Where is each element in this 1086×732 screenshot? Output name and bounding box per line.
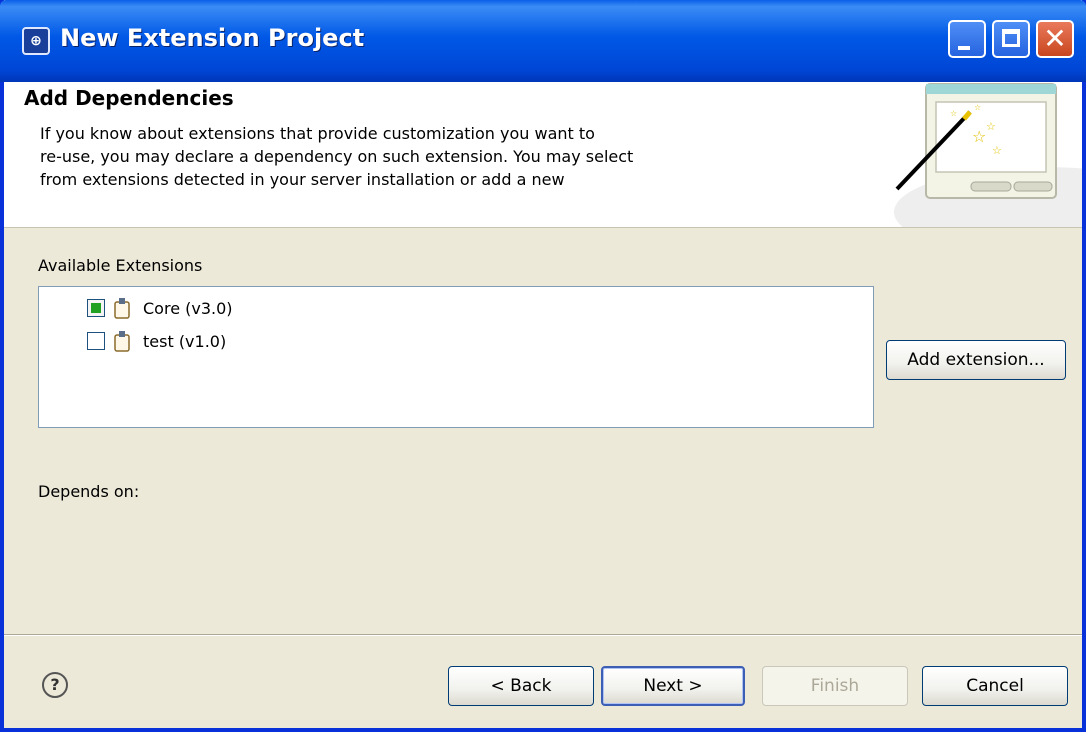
available-extensions-list[interactable]: Core (v3.0) test (v1.0) [38, 286, 874, 428]
list-item-label: test (v1.0) [143, 331, 227, 351]
plugin-icon [114, 298, 130, 319]
depends-on-label: Depends on: [38, 482, 140, 501]
footer-divider [4, 634, 1082, 636]
maximize-button[interactable] [992, 20, 1030, 58]
next-button[interactable]: Next > [601, 666, 745, 706]
checkbox[interactable] [87, 299, 105, 317]
finish-button[interactable]: Finish [762, 666, 908, 706]
dialog-window: ⊕ New Extension Project ✕ Add Dependenci… [0, 0, 1086, 732]
help-icon[interactable]: ? [42, 672, 68, 698]
svg-text:☆: ☆ [974, 103, 981, 112]
back-button[interactable]: < Back [448, 666, 594, 706]
svg-text:☆: ☆ [992, 144, 1002, 157]
maximize-icon [1002, 29, 1020, 47]
wizard-banner-icon: ☆ ☆ ☆ ☆ ☆ [894, 83, 1082, 227]
list-item[interactable]: Core (v3.0) [87, 295, 233, 321]
add-extension-button[interactable]: Add extension... [886, 340, 1066, 380]
list-item-label: Core (v3.0) [143, 298, 233, 318]
close-icon: ✕ [1043, 22, 1067, 55]
svg-text:☆: ☆ [950, 109, 957, 118]
page-description: If you know about extensions that provid… [40, 124, 634, 189]
svg-text:☆: ☆ [972, 127, 986, 146]
hp-logo-icon: ⊕ [22, 27, 50, 55]
minimize-button[interactable] [948, 20, 986, 58]
svg-text:☆: ☆ [986, 120, 996, 133]
checkbox[interactable] [87, 332, 105, 350]
list-item[interactable]: test (v1.0) [87, 328, 226, 354]
close-button[interactable]: ✕ [1036, 20, 1074, 58]
available-extensions-label: Available Extensions [38, 256, 203, 275]
title-bar[interactable]: ⊕ New Extension Project ✕ [0, 0, 1086, 82]
cancel-button[interactable]: Cancel [922, 666, 1068, 706]
minimize-icon [958, 46, 970, 50]
wizard-header: Add Dependencies If you know about exten… [4, 82, 1082, 228]
checkbox-check-mark [91, 303, 101, 313]
plugin-icon [114, 331, 130, 352]
page-title: Add Dependencies [24, 86, 234, 110]
window-title: New Extension Project [60, 24, 365, 52]
